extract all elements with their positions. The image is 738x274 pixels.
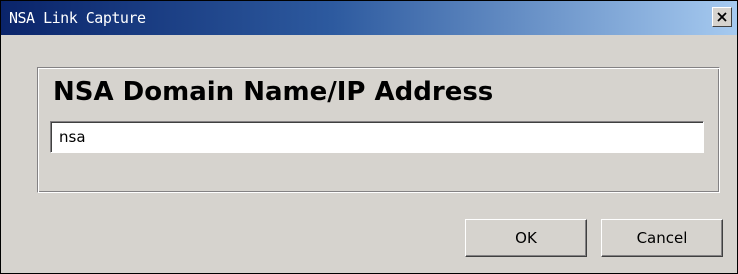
title-bar[interactable]: NSA Link Capture [1,1,737,35]
ok-button[interactable]: OK [465,219,587,257]
domain-field-label: NSA Domain Name/IP Address [53,77,494,107]
close-icon [717,12,727,22]
cancel-button[interactable]: Cancel [601,219,723,257]
close-button[interactable] [712,7,732,27]
domain-input[interactable] [50,121,704,153]
dialog-window: NSA Link Capture NSA Domain Name/IP Addr… [0,0,738,274]
window-title: NSA Link Capture [9,9,146,27]
